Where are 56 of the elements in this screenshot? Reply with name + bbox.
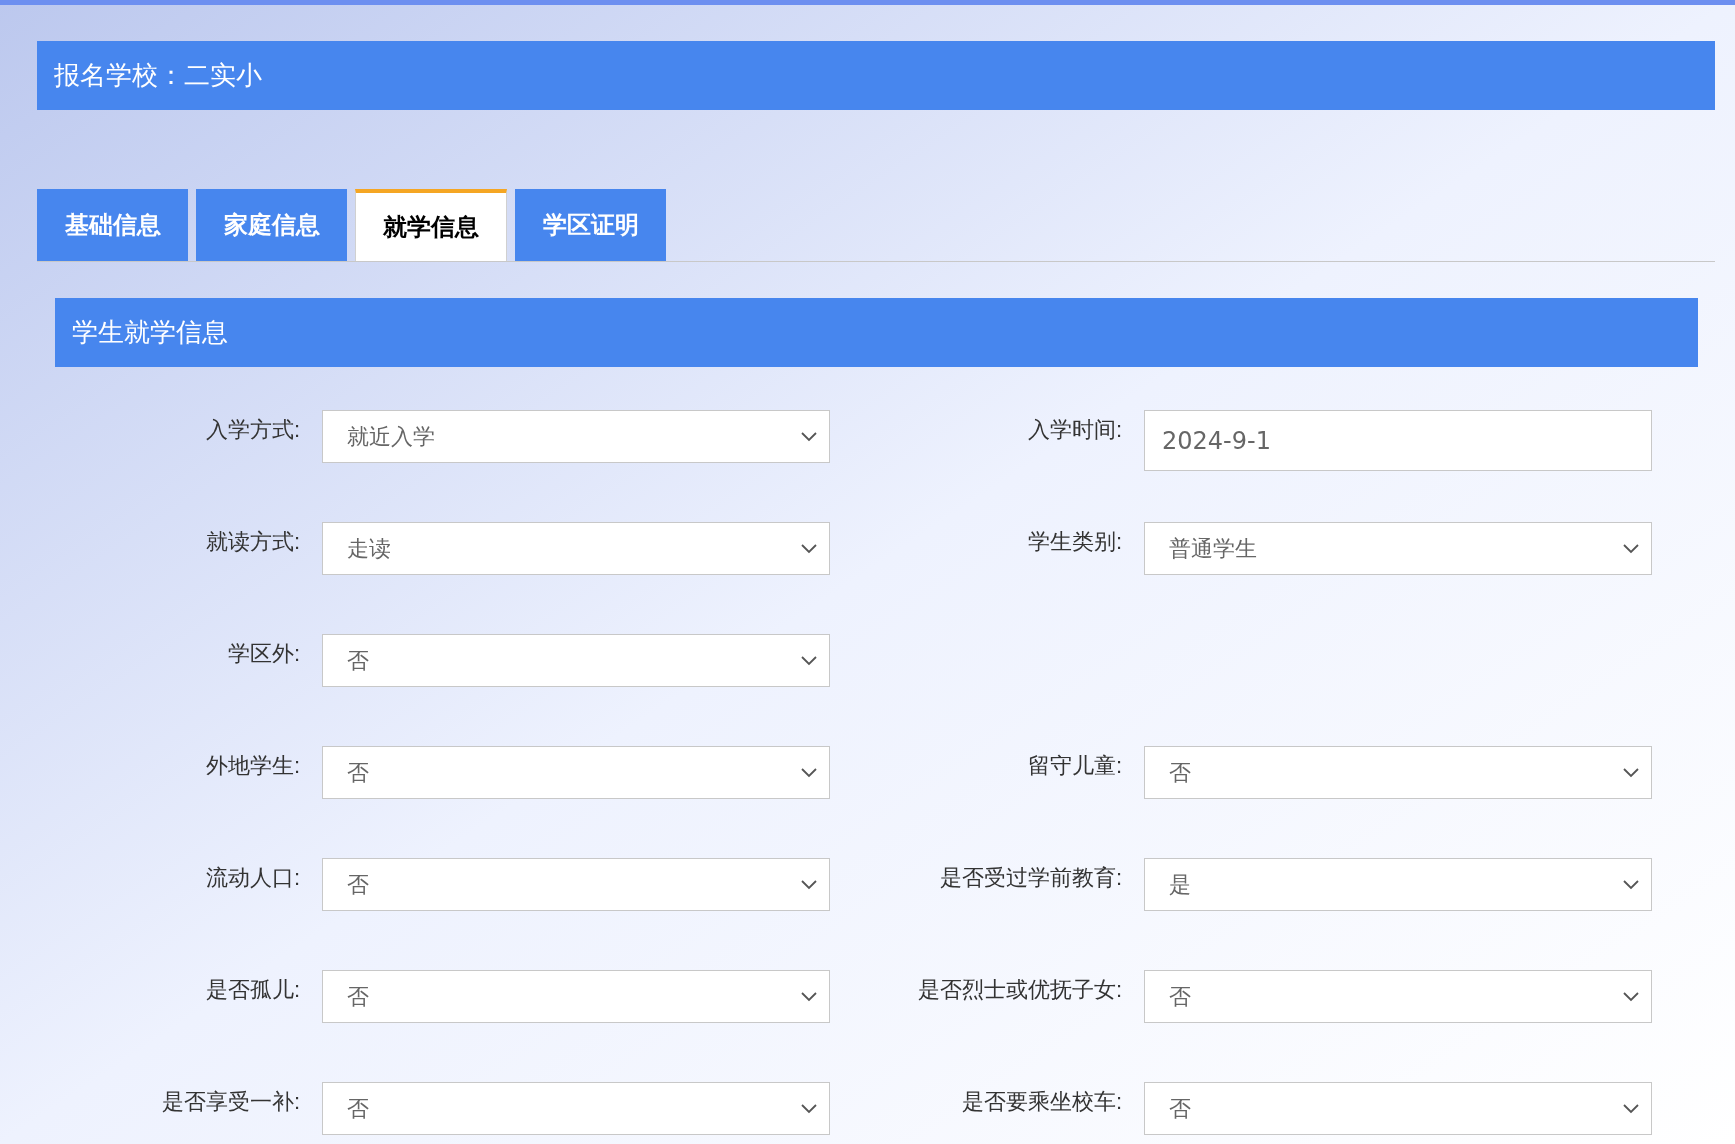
field-label: 入学方式: (204, 416, 300, 444)
tab[interactable]: 家庭信息 (196, 189, 347, 261)
field-label: 是否要乘坐校车: (960, 1088, 1122, 1116)
select-field[interactable]: 否 (322, 970, 830, 1023)
field-label: 是否受过学前教育: (938, 864, 1122, 892)
select-value: 否 (1169, 1095, 1191, 1123)
select-value: 就近入学 (347, 423, 435, 451)
chevron-down-icon (801, 655, 817, 666)
chevron-down-icon (801, 767, 817, 778)
chevron-down-icon (1623, 767, 1639, 778)
select-value: 否 (347, 1095, 369, 1123)
select-field[interactable]: 否 (1144, 746, 1652, 799)
tab[interactable]: 就学信息 (355, 189, 507, 261)
chevron-down-icon (801, 879, 817, 890)
field-label: 是否孤儿: (204, 976, 300, 1004)
chevron-down-icon (801, 991, 817, 1002)
field-label: 学区外: (226, 640, 300, 668)
select-value: 否 (1169, 759, 1191, 787)
select-field[interactable]: 否 (1144, 1082, 1652, 1135)
field-label: 流动人口: (204, 864, 300, 892)
field-label: 外地学生: (204, 752, 300, 780)
field-label: 入学时间: (1026, 416, 1122, 444)
field-label: 是否烈士或优抚子女: (916, 976, 1122, 1004)
chevron-down-icon (1623, 543, 1639, 554)
select-field[interactable]: 否 (322, 1082, 830, 1135)
chevron-down-icon (801, 431, 817, 442)
tab[interactable]: 基础信息 (37, 189, 188, 261)
field-label: 留守儿童: (1026, 752, 1122, 780)
tab[interactable]: 学区证明 (515, 189, 666, 261)
select-value: 否 (347, 871, 369, 899)
chevron-down-icon (1623, 879, 1639, 890)
select-value: 否 (1169, 983, 1191, 1011)
select-field[interactable]: 否 (1144, 970, 1652, 1023)
select-field[interactable]: 走读 (322, 522, 830, 575)
select-field[interactable]: 普通学生 (1144, 522, 1652, 575)
select-value: 是 (1169, 871, 1191, 899)
select-field[interactable]: 是 (1144, 858, 1652, 911)
select-field[interactable]: 否 (322, 634, 830, 687)
select-value: 否 (347, 983, 369, 1011)
field-label: 是否享受一补: (160, 1088, 300, 1116)
date-field[interactable]: 2024-9-1 (1144, 410, 1652, 471)
chevron-down-icon (1623, 991, 1639, 1002)
page-header: 报名学校：二实小 (37, 41, 1715, 110)
field-label: 学生类别: (1026, 528, 1122, 556)
select-field[interactable]: 否 (322, 746, 830, 799)
select-field[interactable]: 就近入学 (322, 410, 830, 463)
select-value: 否 (347, 759, 369, 787)
section-header: 学生就学信息 (55, 298, 1698, 367)
select-value: 否 (347, 647, 369, 675)
select-value: 走读 (347, 535, 391, 563)
select-value: 普通学生 (1169, 535, 1257, 563)
chevron-down-icon (801, 1103, 817, 1114)
select-field[interactable]: 否 (322, 858, 830, 911)
chevron-down-icon (801, 543, 817, 554)
chevron-down-icon (1623, 1103, 1639, 1114)
field-label: 就读方式: (204, 528, 300, 556)
